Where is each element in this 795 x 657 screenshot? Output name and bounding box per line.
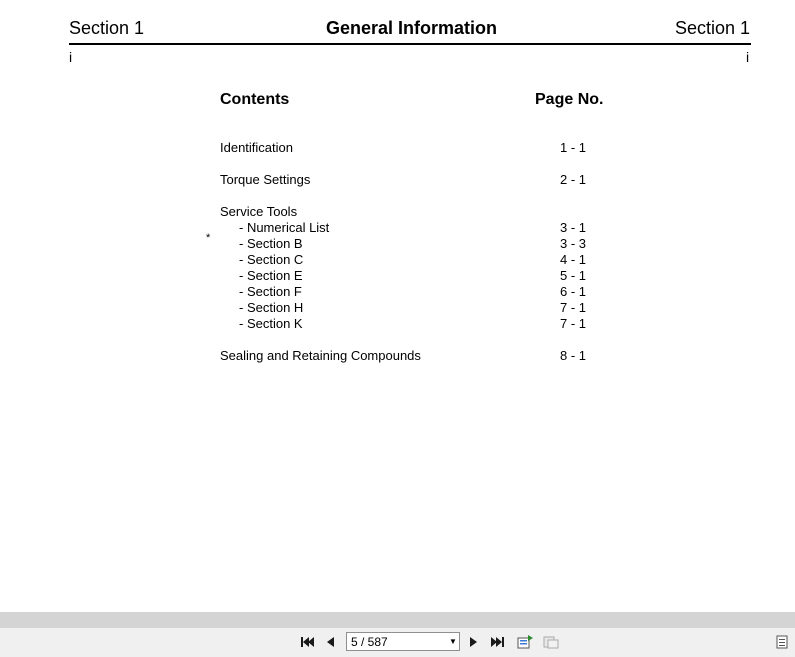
document-page: Section 1 General Information Section 1 … [0,0,795,612]
horizontal-scroll-area[interactable] [0,612,795,628]
contents-heading: Contents [220,91,290,108]
toc-entry-label: - Section B [239,236,303,251]
toc-entry-label: - Section E [239,268,303,283]
next-page-icon[interactable] [466,633,482,651]
page-no-heading: Page No. [535,91,604,108]
toc-entry-page: 4 - 1 [559,252,586,267]
header-section-right: Section 1 [674,18,750,38]
last-page-icon[interactable] [489,633,507,651]
toc-entry-label: - Section K [239,316,303,331]
toc-entry-label: Sealing and Retaining Compounds [220,348,421,363]
sidebar-icon[interactable] [774,633,790,651]
toc-entry-page: 7 - 1 [559,300,586,315]
page-number-right: i [746,49,750,65]
revision-star: * [206,232,211,244]
toc-entry-page: 7 - 1 [559,316,586,331]
toc-entry-label: - Section C [239,252,304,267]
toc-entry-page: 3 - 1 [559,220,586,235]
toc-entry-label: - Section F [239,284,302,299]
toc-entry-page: 5 - 1 [559,268,586,283]
toc-entry-label: Identification [220,140,293,155]
chevron-down-icon[interactable]: ▼ [447,637,459,646]
toc-entry-page: 8 - 1 [559,348,586,363]
toc-entry-page: 6 - 1 [559,284,586,299]
fit-page-icon[interactable] [515,633,535,651]
prev-page-icon[interactable] [322,633,338,651]
toc-entry-label: Service Tools [220,204,298,219]
toc-entry-label: - Numerical List [239,220,330,235]
toc-entry-label: - Section H [239,300,304,315]
toc-entry-label: Torque Settings [220,172,311,187]
print-icon[interactable] [541,633,561,651]
page-selector-value: 5 / 587 [351,634,388,649]
page-number-left: i [69,49,73,65]
first-page-icon[interactable] [298,633,316,651]
header-rule [69,43,751,45]
toc-entry-page: 3 - 3 [559,236,586,251]
page-selector[interactable]: 5 / 587 ▼ [346,632,460,651]
toc-entry-page: 1 - 1 [559,140,586,155]
toc-entry-page: 2 - 1 [559,172,586,187]
